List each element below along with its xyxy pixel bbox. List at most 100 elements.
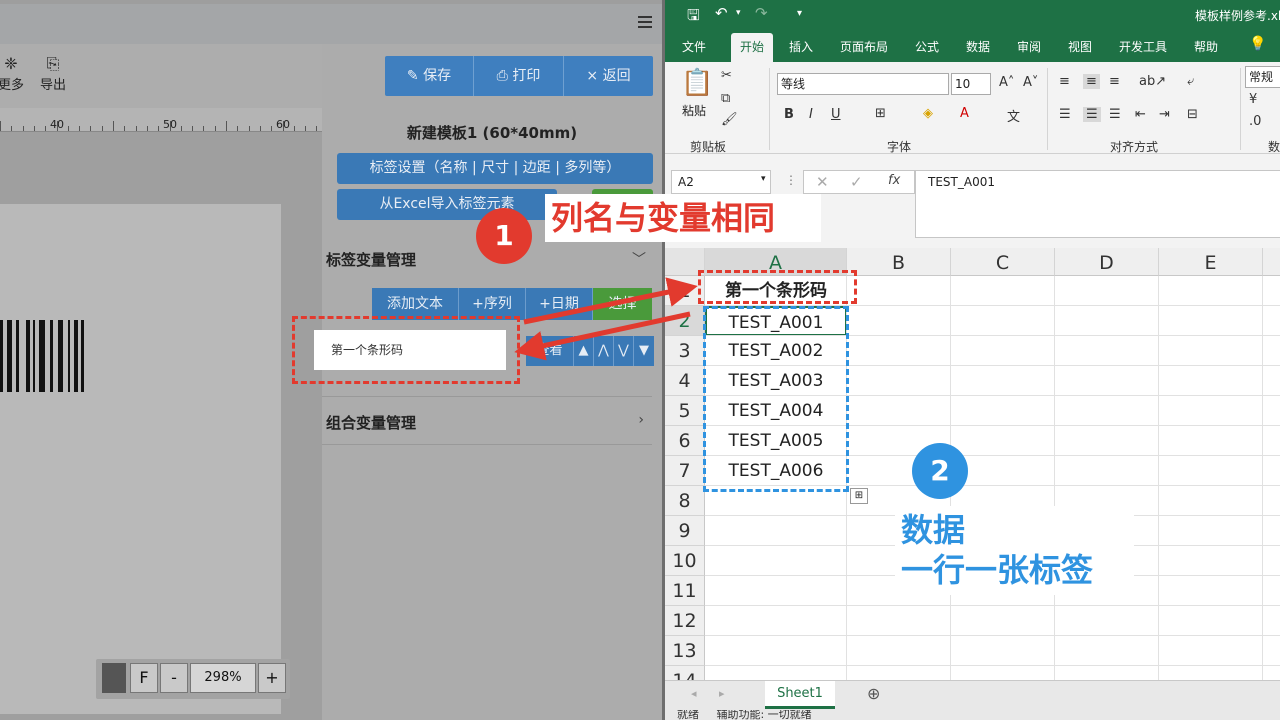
row-header[interactable]: 5 <box>665 396 705 426</box>
paste-label[interactable]: 粘贴 <box>682 102 706 119</box>
paste-icon[interactable]: 📋 <box>681 68 713 98</box>
tab-home[interactable]: 开始 <box>731 33 773 62</box>
row-header[interactable]: 7 <box>665 456 705 486</box>
row-header[interactable]: 4 <box>665 366 705 396</box>
shrink-font-icon[interactable]: A˅ <box>1023 75 1038 90</box>
view-button[interactable]: 查看 <box>526 336 574 366</box>
column-header-b[interactable]: B <box>847 248 951 276</box>
save-button[interactable]: ✎ 保存 <box>385 56 474 96</box>
border-icon[interactable]: ⊞ <box>875 106 886 121</box>
decrease-indent-icon[interactable]: ⇤ <box>1135 107 1146 122</box>
row-header[interactable]: 12 <box>665 606 705 636</box>
fit-button[interactable]: F <box>130 663 158 693</box>
column-header-f[interactable] <box>1263 248 1280 276</box>
chevron-right-icon[interactable]: › <box>638 412 644 428</box>
label-settings-button[interactable]: 标签设置（名称 | 尺寸 | 边距 | 多列等） <box>337 153 653 184</box>
more-options-icon[interactable]: ⋮ <box>785 173 797 187</box>
customize-icon[interactable]: ▾ <box>797 8 802 19</box>
add-date-button[interactable]: +日期 <box>526 288 593 320</box>
decimal-icon[interactable]: .0 <box>1249 114 1261 129</box>
grow-font-icon[interactable]: A˄ <box>999 75 1014 90</box>
tab-page-layout[interactable]: 页面布局 <box>840 38 888 55</box>
tab-file[interactable]: 文件 <box>682 38 706 55</box>
lightbulb-icon[interactable]: 💡 <box>1249 36 1266 52</box>
sheet-tab-sheet1[interactable]: Sheet1 <box>765 681 835 709</box>
chevron-left-icon[interactable]: ◂ <box>691 687 697 700</box>
label-paper[interactable] <box>0 204 281 714</box>
tab-help[interactable]: 帮助 <box>1194 38 1218 55</box>
tab-view[interactable]: 视图 <box>1068 38 1092 55</box>
zoom-out-button[interactable]: - <box>160 663 188 693</box>
quick-analysis-icon[interactable]: ⊞ <box>850 488 868 504</box>
font-color-icon[interactable]: A <box>960 106 969 121</box>
align-right-icon[interactable]: ☰ <box>1109 107 1121 122</box>
export-tool[interactable]: ⎘ 导出 <box>38 54 68 93</box>
bold-icon[interactable]: B <box>784 107 794 122</box>
zoom-level[interactable]: 298% <box>190 663 256 693</box>
fill-color-icon[interactable]: ◈ <box>923 106 933 121</box>
move-bottom-button[interactable]: ▼ <box>634 336 654 366</box>
number-format-select[interactable]: 常规 <box>1245 66 1280 88</box>
tab-review[interactable]: 审阅 <box>1017 38 1041 55</box>
print-button[interactable]: ⎙ 打印 <box>474 56 564 96</box>
color-swatch[interactable] <box>102 663 126 693</box>
row-header[interactable]: 8 <box>665 486 705 516</box>
row-header[interactable]: 11 <box>665 576 705 606</box>
tab-data[interactable]: 数据 <box>966 38 990 55</box>
save-icon[interactable]: 🖫 <box>687 5 700 30</box>
row-header[interactable]: 9 <box>665 516 705 546</box>
font-name-select[interactable]: 等线 <box>777 73 949 95</box>
hamburger-menu-icon[interactable] <box>638 16 652 28</box>
select-button[interactable]: 选择 <box>593 288 652 320</box>
chevron-down-icon[interactable]: ▾ <box>736 8 741 18</box>
formula-input[interactable]: TEST_A001 <box>915 170 1280 238</box>
row-header[interactable]: 13 <box>665 636 705 666</box>
move-up-button[interactable]: ⋀ <box>594 336 614 366</box>
orientation-icon[interactable]: ab↗ <box>1139 74 1166 89</box>
name-box[interactable]: A2 <box>671 170 771 194</box>
accounting-icon[interactable]: ¥ <box>1249 92 1257 107</box>
align-bottom-icon[interactable]: ≡ <box>1109 74 1120 89</box>
column-header-e[interactable]: E <box>1159 248 1263 276</box>
tab-insert[interactable]: 插入 <box>789 38 813 55</box>
function-icon[interactable]: fx <box>888 173 900 188</box>
phonetic-icon[interactable]: 文 <box>1007 106 1020 125</box>
wrap-text-icon[interactable]: ⤶ <box>1187 74 1194 89</box>
group-variable-section-title[interactable]: 组合变量管理 <box>326 412 416 433</box>
move-top-button[interactable]: ▲ <box>574 336 594 366</box>
add-sheet-icon[interactable]: ⊕ <box>867 684 880 703</box>
merge-icon[interactable]: ⊟ <box>1187 107 1198 122</box>
import-excel-button[interactable]: 从Excel导入标签元素 <box>337 189 557 220</box>
cancel-icon[interactable]: ✕ <box>816 173 829 191</box>
column-header-d[interactable]: D <box>1055 248 1159 276</box>
font-size-select[interactable]: 10 <box>951 73 991 95</box>
design-canvas[interactable]: F - 298% + <box>0 132 322 720</box>
align-top-icon[interactable]: ≡ <box>1059 74 1070 89</box>
underline-icon[interactable]: U <box>831 107 841 122</box>
row-header[interactable]: 2 <box>665 306 705 336</box>
row-header[interactable]: 10 <box>665 546 705 576</box>
align-left-icon[interactable]: ☰ <box>1059 107 1071 122</box>
chevron-down-icon[interactable]: ﹀ <box>632 249 646 269</box>
align-center-icon[interactable]: ☰ <box>1083 107 1101 122</box>
tab-developer[interactable]: 开发工具 <box>1119 38 1167 55</box>
tab-formulas[interactable]: 公式 <box>915 38 939 55</box>
chevron-down-icon[interactable]: ▾ <box>761 174 766 184</box>
column-header-c[interactable]: C <box>951 248 1055 276</box>
cut-icon[interactable]: ✂ <box>721 68 732 83</box>
enter-icon[interactable]: ✓ <box>850 173 863 191</box>
increase-indent-icon[interactable]: ⇥ <box>1159 107 1170 122</box>
chevron-right-icon[interactable]: ▸ <box>719 687 725 700</box>
italic-icon[interactable]: I <box>809 107 813 122</box>
format-painter-icon[interactable]: 🖌 <box>721 112 738 127</box>
row-header[interactable]: 6 <box>665 426 705 456</box>
zoom-in-button[interactable]: + <box>258 663 286 693</box>
align-middle-icon[interactable]: ≡ <box>1083 74 1100 89</box>
more-tool[interactable]: ❈ 更多 <box>0 54 24 93</box>
move-down-button[interactable]: ⋁ <box>614 336 634 366</box>
back-button[interactable]: × 返回 <box>564 56 653 96</box>
barcode-element[interactable] <box>0 320 90 392</box>
variable-section-title[interactable]: 标签变量管理 <box>326 249 416 270</box>
row-header[interactable]: 3 <box>665 336 705 366</box>
undo-icon[interactable]: ↶ <box>715 4 728 22</box>
